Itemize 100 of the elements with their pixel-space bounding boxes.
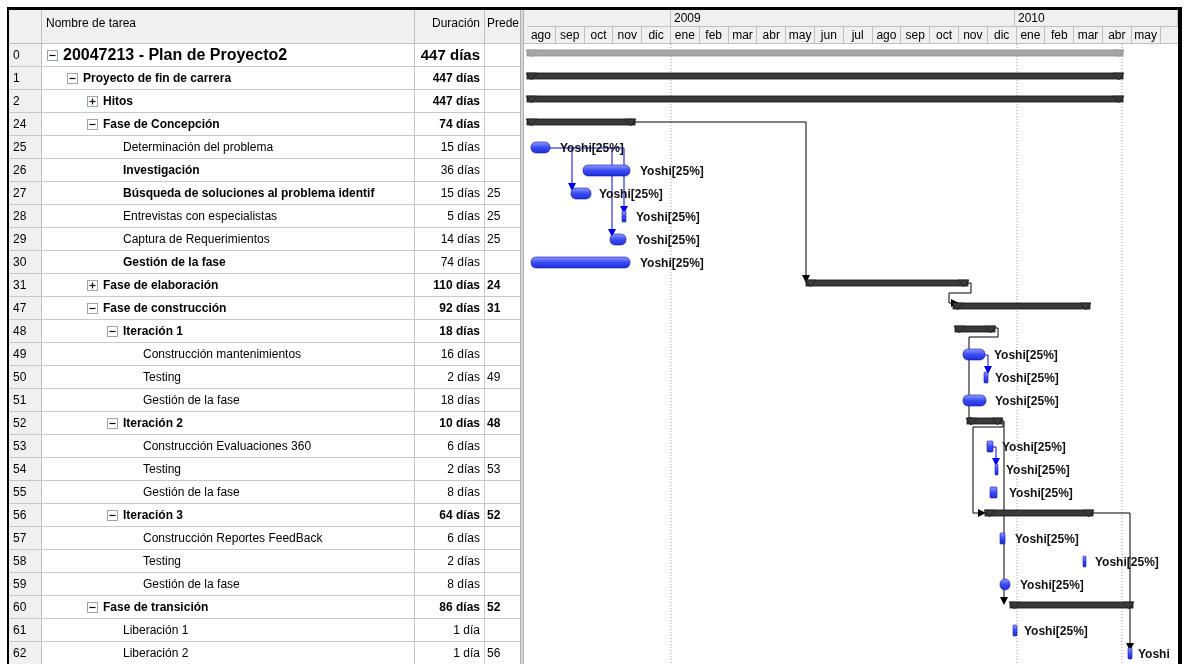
month-label: ago — [876, 27, 897, 43]
task-bar — [1127, 647, 1133, 660]
row-number: 26 — [9, 159, 42, 181]
duration-value: 2 días — [447, 461, 480, 478]
duration-value: 447 días — [432, 70, 480, 87]
duration-value: 64 días — [439, 507, 480, 524]
row-number: 50 — [9, 366, 42, 388]
task-name: Testing — [143, 461, 182, 478]
month-label: oct — [590, 27, 607, 43]
resource-label: Yoshi[25%] — [640, 164, 704, 178]
task-name: Gestión de la fase — [143, 392, 240, 409]
predecessor-value: 53 — [487, 461, 501, 478]
resource-label: Yoshi[25%] — [636, 233, 700, 247]
month-label: feb — [1050, 27, 1068, 43]
resource-label: Yoshi[25%] — [1002, 440, 1066, 454]
month-label: nov — [617, 27, 637, 43]
duration-value: 16 días — [440, 346, 480, 363]
row-number: 48 — [9, 320, 42, 342]
row-number: 47 — [9, 297, 42, 319]
task-bar — [609, 233, 627, 246]
resource-label: Yoshi[25%] — [1024, 624, 1088, 638]
task-bar — [986, 440, 994, 453]
collapse-icon[interactable] — [87, 601, 98, 613]
task-name: Fase de transición — [103, 599, 209, 616]
month-label: sep — [905, 27, 925, 43]
month-label: abr — [1108, 27, 1126, 43]
collapse-icon[interactable] — [107, 509, 118, 521]
month-label: oct — [936, 27, 953, 43]
month-label: mar — [1077, 27, 1099, 43]
month-label: ene — [1020, 27, 1041, 43]
task-name: Fase de Concepción — [103, 116, 220, 133]
column-header[interactable]: Duración — [415, 10, 485, 43]
task-name: Testing — [143, 369, 182, 386]
duration-value: 86 días — [439, 599, 480, 616]
resource-label: Yoshi[25%] — [636, 210, 700, 224]
task-name: Construcción Evaluaciones 360 — [143, 438, 312, 455]
task-name: Entrevistas con especialistas — [123, 208, 278, 225]
predecessor-value: 48 — [487, 415, 501, 432]
collapse-icon[interactable] — [47, 49, 58, 61]
resource-label: Yoshi[25%] — [560, 141, 624, 155]
duration-value: 92 días — [439, 300, 480, 317]
row-number: 2 — [9, 90, 42, 112]
row-number: 58 — [9, 550, 42, 572]
duration-value: 8 días — [447, 576, 480, 593]
collapse-icon[interactable] — [107, 325, 118, 337]
task-name: Testing — [143, 553, 182, 570]
task-name: Fase de elaboración — [103, 277, 219, 294]
task-bar — [999, 532, 1006, 545]
task-bar — [1012, 624, 1018, 637]
duration-value: 447 días — [420, 44, 480, 65]
duration-value: 18 días — [440, 392, 480, 409]
resource-label: Yoshi[25%] — [994, 348, 1058, 362]
task-name: Búsqueda de soluciones al problema identif — [123, 185, 375, 202]
collapse-icon[interactable] — [87, 302, 98, 314]
task-name: 20047213 - Plan de Proyecto2 — [63, 45, 288, 65]
month-label: jul — [851, 27, 864, 43]
resource-label: Yoshi[25%] — [1009, 486, 1073, 500]
task-name: Determinación del problema — [123, 139, 274, 156]
month-label: feb — [705, 27, 722, 43]
task-name: Investigación — [123, 162, 200, 179]
duration-value: 74 días — [439, 116, 480, 133]
month-label: sep — [560, 27, 580, 43]
dependency-arrow — [948, 282, 972, 307]
task-name: Gestión de la fase — [123, 254, 226, 271]
task-name: Iteración 2 — [123, 415, 184, 432]
task-bar — [983, 371, 989, 384]
month-label: may — [1134, 27, 1157, 43]
collapse-icon[interactable] — [67, 72, 78, 84]
resource-label: Yoshi[25%] — [640, 256, 704, 270]
duration-value: 5 días — [447, 208, 480, 225]
year-label: 2010 — [1017, 11, 1045, 25]
column-header[interactable]: Nombre de tarea — [42, 10, 415, 43]
task-name: Construcción Reportes FeedBack — [143, 530, 323, 547]
month-label: abr — [762, 27, 780, 43]
duration-value: 6 días — [447, 438, 480, 455]
row-number: 57 — [9, 527, 42, 549]
row-number: 25 — [9, 136, 42, 158]
expand-icon[interactable] — [87, 279, 98, 291]
duration-value: 36 días — [440, 162, 480, 179]
row-number: 61 — [9, 619, 42, 641]
predecessor-value: 52 — [487, 599, 501, 616]
task-bar — [582, 164, 631, 177]
row-number: 31 — [9, 274, 42, 296]
expand-icon[interactable] — [87, 95, 98, 107]
column-header[interactable]: Prede — [485, 10, 520, 43]
duration-value: 10 días — [439, 415, 480, 432]
task-name: Captura de Requerimientos — [123, 231, 270, 248]
task-name: Construcción mantenimientos — [143, 346, 302, 363]
task-name: Gestión de la fase — [143, 576, 240, 593]
month-label: dic — [993, 27, 1010, 43]
duration-value: 15 días — [440, 139, 480, 156]
row-number: 0 — [9, 44, 42, 66]
task-bar — [570, 187, 592, 200]
collapse-icon[interactable] — [107, 417, 118, 429]
month-label: dic — [648, 27, 664, 43]
predecessor-value: 49 — [487, 369, 501, 386]
duration-value: 2 días — [447, 369, 480, 386]
collapse-icon[interactable] — [87, 118, 98, 130]
duration-value: 6 días — [447, 530, 480, 547]
predecessor-value: 56 — [487, 645, 501, 662]
